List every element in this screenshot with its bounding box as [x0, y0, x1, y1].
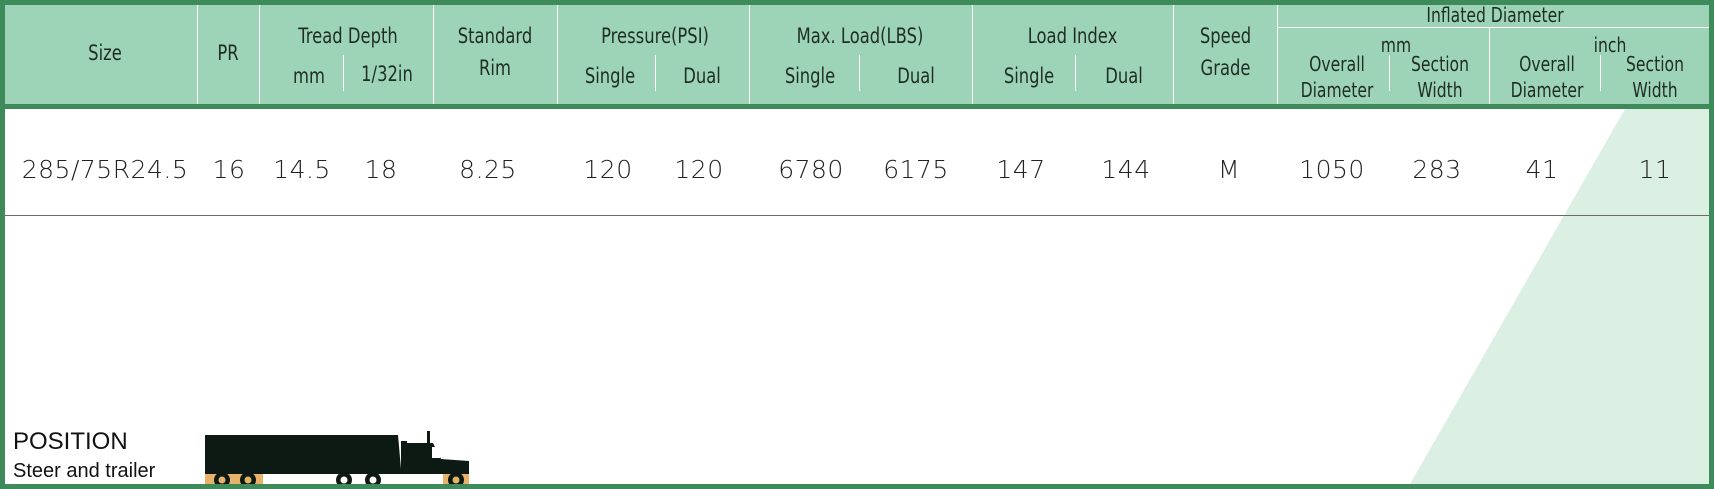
position-subtitle: Steer and trailer [13, 460, 156, 482]
header-pressure: Pressure(PSI) [601, 24, 709, 48]
header-mm-section: Section [1411, 52, 1469, 76]
cell-mm-overall: 1050 [1299, 155, 1365, 184]
cell-speed: M [1217, 155, 1241, 184]
header-max-load: Max. Load(LBS) [796, 24, 924, 48]
header-pressure-dual: Dual [683, 64, 721, 88]
header-size: Size [88, 41, 122, 65]
header-standard: Standard [457, 24, 533, 48]
tire-spec-sheet: Size PR Tread Depth mm 1/32in Standard R… [0, 0, 1714, 489]
cell-load-dual: 6175 [883, 155, 949, 184]
cell-index-dual: 144 [1101, 155, 1151, 184]
header-tread-mm: mm [293, 64, 325, 88]
header-mm-diameter: Diameter [1300, 78, 1374, 102]
header-inch-width: Width [1632, 78, 1678, 102]
cell-rim: 8.25 [459, 155, 517, 184]
header-tread-depth: Tread Depth [298, 24, 398, 48]
header-inflated-diameter: Inflated Diameter [1426, 3, 1564, 27]
header-speed: Speed [1199, 24, 1252, 48]
cell-size: 285/75R24.5 [21, 155, 189, 184]
header-inch-section: Section [1626, 52, 1684, 76]
cell-inch-section: 11 [1638, 155, 1672, 184]
header-mm-width: Width [1417, 78, 1463, 102]
header-pressure-single: Single [584, 64, 636, 88]
cell-pressure-single: 120 [583, 155, 633, 184]
row-divider [5, 215, 1709, 216]
cell-pressure-dual: 120 [674, 155, 724, 184]
header-load-dual: Dual [897, 64, 935, 88]
header-grade: Grade [1200, 56, 1251, 80]
header-tread-32in: 1/32in [361, 62, 413, 86]
header-index-dual: Dual [1105, 64, 1143, 88]
header-load-single: Single [784, 64, 836, 88]
header-mm-overall: Overall [1309, 52, 1365, 76]
header-load-index: Load Index [1027, 24, 1118, 48]
cell-pr: 16 [212, 155, 246, 184]
truck-icon [205, 431, 469, 484]
cell-mm-section: 283 [1412, 155, 1462, 184]
cell-tread-32in: 18 [364, 155, 398, 184]
header-inch-diameter: Diameter [1510, 78, 1584, 102]
cell-tread-mm: 14.5 [273, 155, 331, 184]
table-header: Size PR Tread Depth mm 1/32in Standard R… [5, 5, 1709, 109]
position-title: POSITION [13, 428, 128, 455]
header-index-single: Single [1003, 64, 1055, 88]
cell-index-single: 147 [996, 155, 1046, 184]
cell-load-single: 6780 [778, 155, 844, 184]
header-pr: PR [217, 41, 239, 65]
header-rim: Rim [479, 56, 511, 80]
header-inch-overall: Overall [1519, 52, 1575, 76]
cell-inch-overall: 41 [1525, 155, 1559, 184]
